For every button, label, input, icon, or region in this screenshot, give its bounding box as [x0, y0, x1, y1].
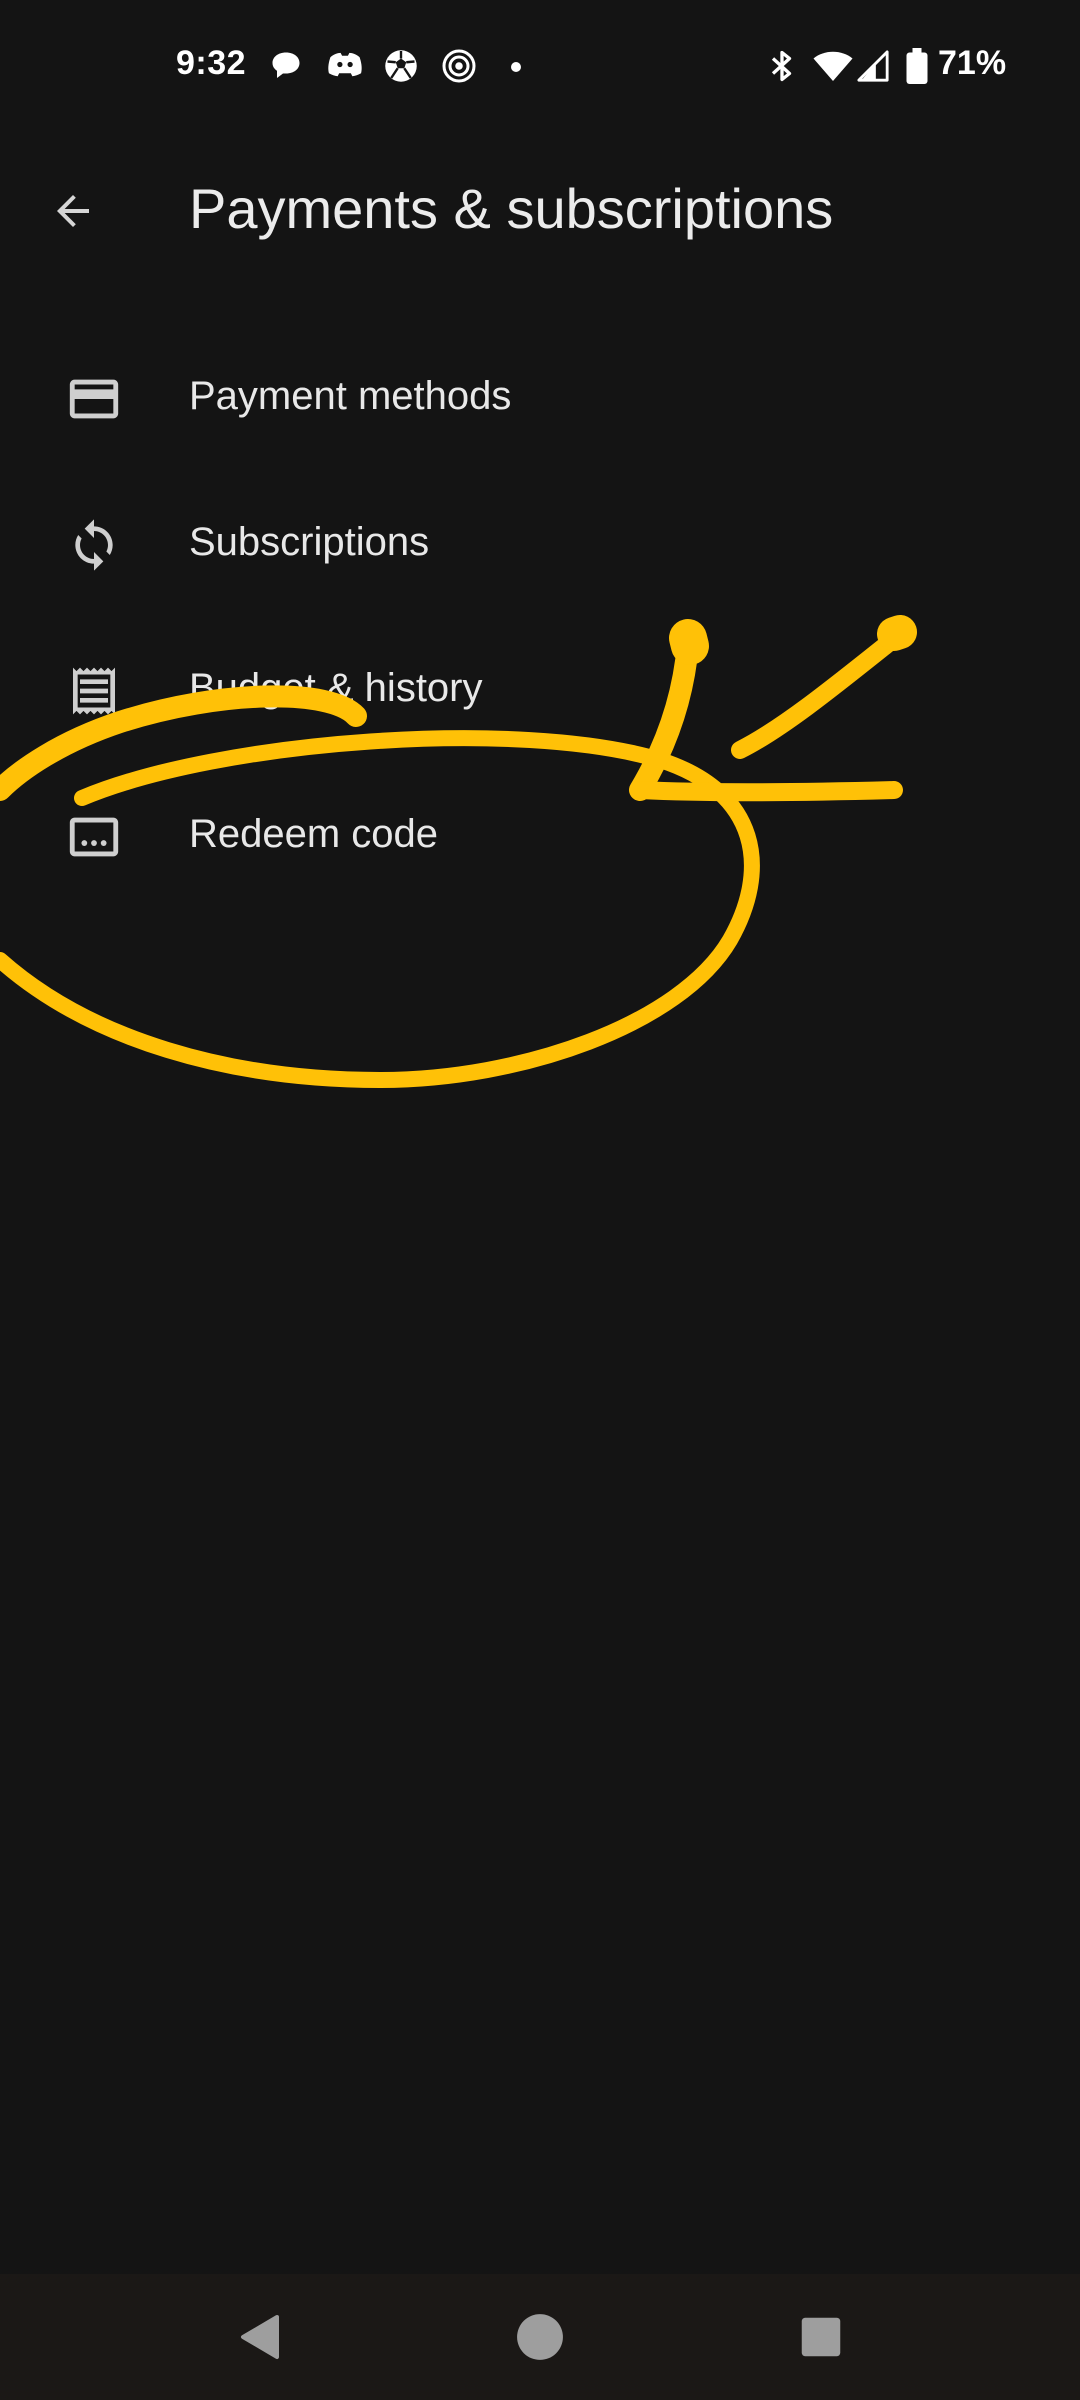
- nav-back-button[interactable]: [216, 2294, 302, 2380]
- sync-icon: [60, 511, 128, 579]
- cell-signal-icon: [856, 48, 890, 89]
- navigation-bar: [0, 2274, 1080, 2400]
- chat-bubble-icon: [268, 48, 304, 89]
- menu-item-redeem-code[interactable]: Redeem code: [0, 766, 1080, 912]
- battery-percentage: 71%: [938, 44, 1007, 82]
- menu-item-label: Budget & history: [189, 666, 483, 710]
- camera-lens-icon: [441, 48, 477, 89]
- app-bar: Payments & subscriptions: [0, 150, 1080, 270]
- menu-item-label: Payment methods: [189, 374, 512, 418]
- nav-recents-button[interactable]: [778, 2294, 864, 2380]
- redeem-code-icon: [60, 803, 128, 871]
- menu-item-subscriptions[interactable]: Subscriptions: [0, 474, 1080, 620]
- bluetooth-icon: [766, 48, 798, 89]
- page-title: Payments & subscriptions: [189, 177, 834, 240]
- wifi-icon: [812, 48, 854, 89]
- menu-item-label: Subscriptions: [189, 520, 430, 564]
- back-triangle-icon: [241, 2315, 279, 2359]
- nav-home-button[interactable]: [497, 2294, 583, 2380]
- discord-chat-icon: [326, 48, 364, 89]
- menu-item-payment-methods[interactable]: Payment methods: [0, 328, 1080, 474]
- recents-square-icon: [801, 2317, 841, 2357]
- menu-item-label: Redeem code: [189, 812, 439, 856]
- back-button[interactable]: [34, 172, 112, 250]
- dot-icon: [510, 60, 522, 78]
- menu-item-budget-history[interactable]: Budget & history: [0, 620, 1080, 766]
- receipt-icon: [60, 657, 128, 725]
- arrow-back-icon: [57, 195, 89, 227]
- soccer-ball-icon: [383, 48, 419, 89]
- status-bar: 9:32 71%: [0, 0, 1080, 136]
- status-time: 9:32: [176, 44, 247, 82]
- battery-icon: [906, 48, 928, 89]
- credit-card-icon: [60, 365, 128, 433]
- home-circle-icon: [517, 2314, 563, 2360]
